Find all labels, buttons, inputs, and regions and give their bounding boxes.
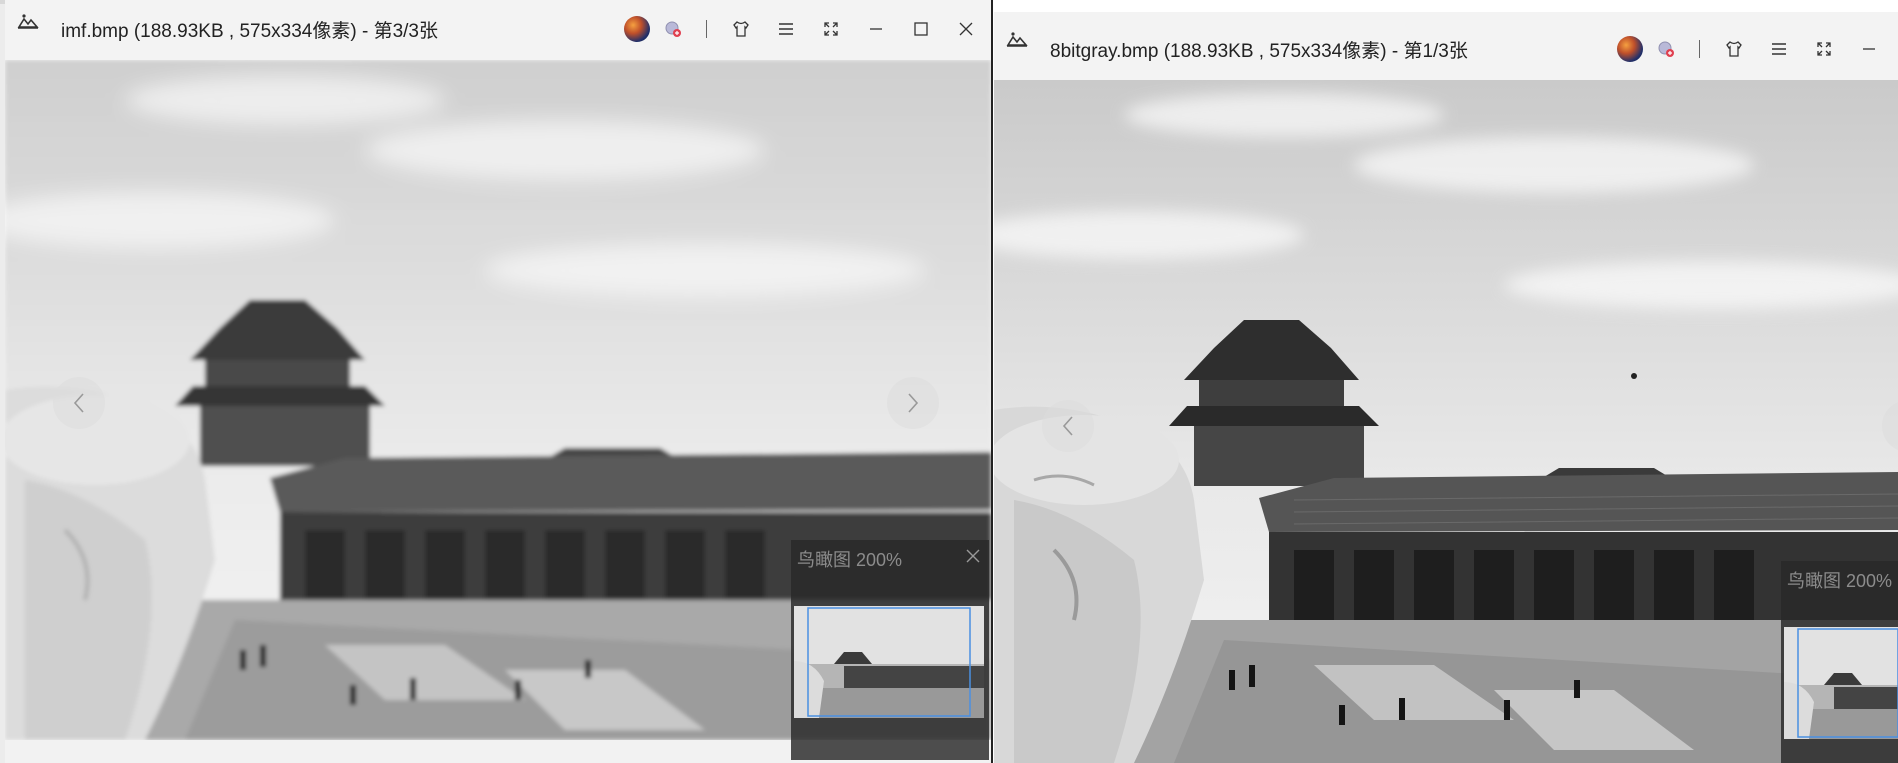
title-bar[interactable]: 8bitgray.bmp (188.93KB , 575x334像素) - 第1… [994,12,1898,80]
previous-image-button[interactable] [53,377,105,429]
birdseye-thumbnail[interactable] [794,606,984,718]
close-icon[interactable] [951,14,981,44]
next-image-button[interactable] [887,377,939,429]
image-viewer-window-2[interactable]: 8bitgray.bmp (188.93KB , 575x334像素) - 第1… [994,12,1898,763]
picture-app-icon [1006,32,1028,47]
sticker-icon[interactable] [658,14,688,44]
minimize-icon[interactable] [1854,34,1884,64]
fullscreen-icon[interactable] [1809,34,1839,64]
toolbar-divider [1699,40,1700,58]
birdseye-thumbnail[interactable] [1784,627,1898,739]
maximize-icon[interactable] [906,14,936,44]
previous-image-button[interactable] [1042,400,1094,452]
birdseye-label: 鸟瞰图 200% [1787,571,1893,591]
sticker-icon[interactable] [1651,34,1681,64]
birdseye-label: 鸟瞰图 200% [797,550,903,570]
avatar-icon[interactable] [1615,34,1645,64]
birdseye-close-icon[interactable] [965,548,981,564]
window-title: imf.bmp (188.93KB , 575x334像素) - 第3/3张 [61,21,438,42]
image-viewport[interactable]: 鸟瞰图 200% [994,80,1898,763]
avatar-icon[interactable] [622,14,652,44]
window-controls [607,14,981,44]
image-viewport[interactable]: 鸟瞰图 200% [5,60,991,763]
title-bar[interactable]: imf.bmp (188.93KB , 575x334像素) - 第3/3张 [5,0,991,60]
skin-icon[interactable] [1719,34,1749,64]
birdseye-navigator[interactable]: 鸟瞰图 200% [791,540,989,760]
window-title: 8bitgray.bmp (188.93KB , 575x334像素) - 第1… [1050,41,1468,62]
fullscreen-icon[interactable] [816,14,846,44]
image-viewer-window-1[interactable]: imf.bmp (188.93KB , 575x334像素) - 第3/3张 鸟… [5,0,993,763]
skin-icon[interactable] [726,14,756,44]
picture-app-icon [17,14,39,29]
forbidden-city-photo [994,80,1898,763]
birdseye-navigator[interactable]: 鸟瞰图 200% [1781,561,1898,763]
minimize-icon[interactable] [861,14,891,44]
toolbar-divider [706,20,707,38]
menu-icon[interactable] [771,14,801,44]
window-controls [1615,34,1884,64]
menu-icon[interactable] [1764,34,1794,64]
